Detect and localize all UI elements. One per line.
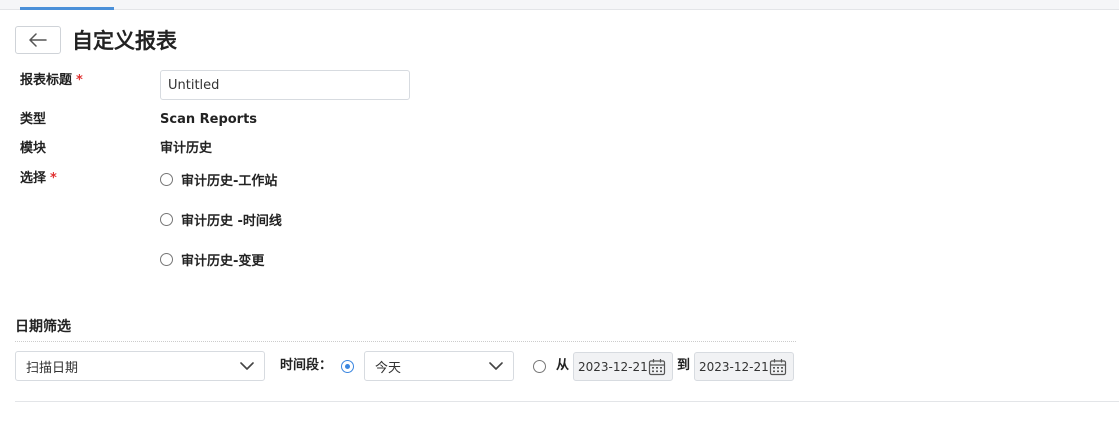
from-date-value: 2023-12-21 — [578, 359, 648, 374]
report-title-label: 报表标题 * — [20, 72, 83, 90]
arrow-left-icon — [29, 33, 47, 47]
back-button[interactable] — [15, 26, 61, 54]
select-label-text: 选择 — [20, 171, 47, 186]
date-filter-title: 日期筛选 — [15, 319, 71, 335]
from-label: 从 — [556, 358, 570, 373]
module-value: 审计历史 — [160, 141, 213, 156]
period-select[interactable]: 今天 — [364, 351, 514, 381]
date-field-select[interactable]: 扫描日期 — [15, 351, 265, 381]
to-date-value: 2023-12-21 — [699, 359, 769, 374]
period-label: 时间段： — [280, 358, 333, 373]
report-title-label-text: 报表标题 — [20, 73, 73, 88]
report-title-input[interactable] — [160, 70, 410, 100]
calendar-icon[interactable] — [648, 358, 666, 376]
option-audit-history-workstation[interactable]: 审计历史-工作站 — [160, 170, 278, 189]
option-label: 审计历史-变更 — [181, 253, 265, 269]
period-radio[interactable] — [341, 360, 354, 373]
option-label: 审计历史-工作站 — [181, 173, 278, 189]
required-mark: * — [76, 73, 83, 88]
chevron-down-icon — [240, 362, 254, 370]
date-range-radio[interactable] — [533, 360, 546, 373]
radio-button[interactable] — [160, 252, 173, 266]
bottom-divider — [15, 401, 1119, 402]
calendar-icon[interactable] — [769, 358, 787, 376]
module-label: 模块 — [20, 141, 47, 156]
radio-button[interactable] — [160, 212, 173, 226]
option-audit-history-timeline[interactable]: 审计历史 -时间线 — [160, 210, 282, 229]
type-label: 类型 — [20, 112, 47, 127]
page-title: 自定义报表 — [72, 29, 177, 53]
chevron-down-icon — [489, 362, 503, 370]
from-date-input[interactable]: 2023-12-21 — [573, 352, 673, 381]
date-field-value: 扫描日期 — [26, 360, 79, 376]
top-tab-bar — [0, 0, 1119, 10]
type-value: Scan Reports — [160, 112, 258, 127]
section-divider — [15, 341, 796, 342]
option-audit-history-changes[interactable]: 审计历史-变更 — [160, 250, 265, 269]
radio-button[interactable] — [160, 172, 173, 186]
active-tab-indicator[interactable] — [20, 7, 114, 10]
to-date-input[interactable]: 2023-12-21 — [694, 352, 794, 381]
select-label: 选择 * — [20, 170, 57, 188]
option-label: 审计历史 -时间线 — [181, 213, 282, 229]
required-mark: * — [50, 171, 57, 186]
to-label: 到 — [677, 358, 691, 373]
period-value: 今天 — [375, 360, 402, 376]
